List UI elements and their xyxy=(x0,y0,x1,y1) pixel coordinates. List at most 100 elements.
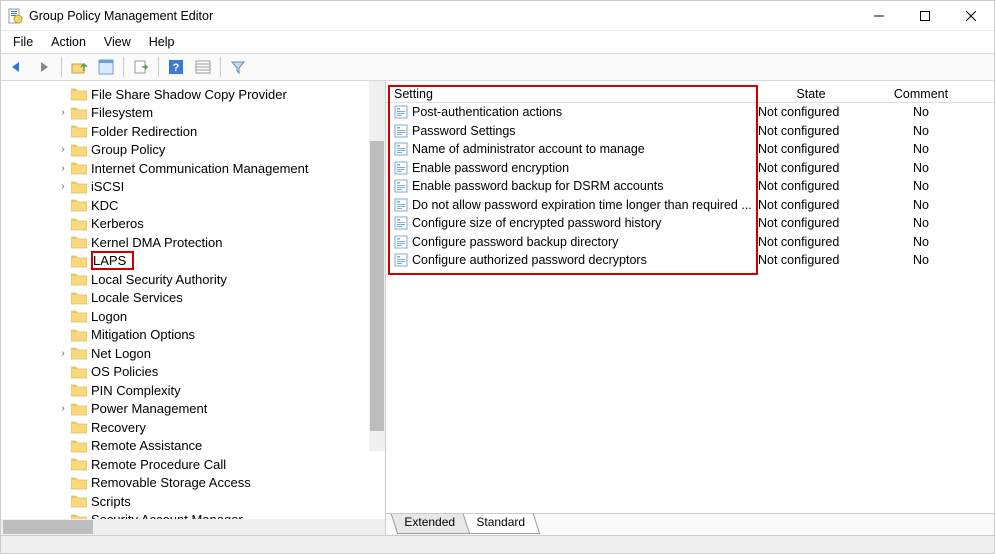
list-row[interactable]: Configure password backup directoryNot c… xyxy=(386,233,994,252)
tree-item[interactable]: Mitigation Options xyxy=(1,326,385,345)
tab-label: Extended xyxy=(404,515,455,529)
properties-icon xyxy=(98,59,114,75)
tree-item[interactable]: ›Internet Communication Management xyxy=(1,159,385,178)
setting-label: Do not allow password expiration time lo… xyxy=(412,198,752,212)
properties-button[interactable] xyxy=(94,56,118,78)
tree-item[interactable]: › Group Policy xyxy=(1,141,385,160)
list-row[interactable]: Post-authentication actionsNot configure… xyxy=(386,103,994,122)
scrollbar-thumb[interactable] xyxy=(370,141,384,431)
tree-item-label: Remote Assistance xyxy=(91,438,202,453)
tree-item[interactable]: › Net Logon xyxy=(1,344,385,363)
expand-caret-icon[interactable]: › xyxy=(57,181,69,193)
tree-item[interactable]: OS Policies xyxy=(1,363,385,382)
filter-button[interactable] xyxy=(226,56,250,78)
tree-item[interactable]: PIN Complexity xyxy=(1,381,385,400)
minimize-button[interactable] xyxy=(856,1,902,31)
tab-standard[interactable]: Standard xyxy=(462,514,539,534)
tree-item[interactable]: Kernel DMA Protection xyxy=(1,233,385,252)
tree-item-label: Local Security Authority xyxy=(91,272,227,287)
cell-state: Not configured xyxy=(756,235,866,249)
column-header-comment[interactable]: Comment xyxy=(866,87,976,101)
list-row[interactable]: Enable password backup for DSRM accounts… xyxy=(386,177,994,196)
folder-icon xyxy=(71,143,87,157)
cell-setting: Configure password backup directory xyxy=(386,235,756,249)
tree-item-label: Kerberos xyxy=(91,216,144,231)
folder-icon xyxy=(71,235,87,249)
tree-item-label: Scripts xyxy=(91,494,131,509)
tree-item[interactable]: Remote Assistance xyxy=(1,437,385,456)
tree-pane[interactable]: File Share Shadow Copy Provider›Filesyst… xyxy=(1,81,386,535)
folder-icon xyxy=(71,124,87,138)
scrollbar-thumb[interactable] xyxy=(3,520,93,534)
tree-item[interactable]: Locale Services xyxy=(1,289,385,308)
list-row[interactable]: Configure authorized password decryptors… xyxy=(386,251,994,270)
setting-icon xyxy=(394,124,408,138)
tree-item[interactable]: Logon xyxy=(1,307,385,326)
cell-comment: No xyxy=(866,235,976,249)
close-button[interactable] xyxy=(948,1,994,31)
tab-extended[interactable]: Extended xyxy=(391,514,470,534)
export-button[interactable] xyxy=(129,56,153,78)
vertical-scrollbar[interactable] xyxy=(369,81,385,451)
tree-item[interactable]: File Share Shadow Copy Provider xyxy=(1,85,385,104)
setting-label: Configure size of encrypted password his… xyxy=(412,216,661,230)
expand-caret-icon[interactable]: › xyxy=(57,347,69,359)
minimize-icon xyxy=(874,11,884,21)
tree-item[interactable]: ›Power Management xyxy=(1,400,385,419)
tree-item[interactable]: Recovery xyxy=(1,418,385,437)
list-row[interactable]: Password SettingsNot configuredNo xyxy=(386,122,994,141)
detail-view-icon xyxy=(195,59,211,75)
list-pane: Setting State Comment Post-authenticatio… xyxy=(386,81,994,535)
expand-caret-icon[interactable]: › xyxy=(57,403,69,415)
up-button[interactable] xyxy=(67,56,91,78)
list-row[interactable]: Configure size of encrypted password his… xyxy=(386,214,994,233)
tree-item[interactable]: Scripts xyxy=(1,492,385,511)
help-icon: ? xyxy=(168,59,184,75)
folder-icon xyxy=(71,383,87,397)
list-row[interactable]: Name of administrator account to manageN… xyxy=(386,140,994,159)
tree-item[interactable]: Remote Procedure Call xyxy=(1,455,385,474)
cell-comment: No xyxy=(866,198,976,212)
maximize-button[interactable] xyxy=(902,1,948,31)
column-header-state[interactable]: State xyxy=(756,87,866,101)
folder-icon xyxy=(71,328,87,342)
folder-icon xyxy=(71,87,87,101)
tree-item-label: Recovery xyxy=(91,420,146,435)
tree-item-label: KDC xyxy=(91,198,118,213)
tree-item[interactable]: LAPS xyxy=(1,252,385,271)
setting-label: Configure authorized password decryptors xyxy=(412,253,647,267)
list-row[interactable]: Do not allow password expiration time lo… xyxy=(386,196,994,215)
tree-item[interactable]: Removable Storage Access xyxy=(1,474,385,493)
expand-caret-icon[interactable]: › xyxy=(57,162,69,174)
detail-view-button[interactable] xyxy=(191,56,215,78)
tree-item[interactable]: KDC xyxy=(1,196,385,215)
tree-item-label: Locale Services xyxy=(91,290,183,305)
tree-item[interactable]: ›iSCSI xyxy=(1,178,385,197)
tree-item-label: Kernel DMA Protection xyxy=(91,235,223,250)
list-row[interactable]: Enable password encryptionNot configured… xyxy=(386,159,994,178)
forward-button[interactable] xyxy=(32,56,56,78)
horizontal-scrollbar[interactable] xyxy=(1,519,385,535)
expand-caret-icon[interactable]: › xyxy=(57,144,69,156)
tree-item[interactable]: Kerberos xyxy=(1,215,385,234)
setting-icon xyxy=(394,142,408,156)
menu-action[interactable]: Action xyxy=(43,33,94,51)
tree-item[interactable]: Folder Redirection xyxy=(1,122,385,141)
back-button[interactable] xyxy=(5,56,29,78)
tree-item[interactable]: Local Security Authority xyxy=(1,270,385,289)
tree-item-label: OS Policies xyxy=(91,364,158,379)
column-header-setting[interactable]: Setting xyxy=(386,87,756,101)
expand-caret-icon[interactable]: › xyxy=(57,107,69,119)
tree-item[interactable]: ›Filesystem xyxy=(1,104,385,123)
tree-item-label: LAPS xyxy=(91,251,134,270)
tree-item-label: Net Logon xyxy=(91,346,151,361)
setting-icon xyxy=(394,161,408,175)
tree-item-label: Group Policy xyxy=(91,142,165,157)
menubar: File Action View Help xyxy=(1,31,994,53)
menu-view[interactable]: View xyxy=(96,33,139,51)
menu-help[interactable]: Help xyxy=(141,33,183,51)
help-button[interactable]: ? xyxy=(164,56,188,78)
menu-file[interactable]: File xyxy=(5,33,41,51)
setting-label: Password Settings xyxy=(412,124,516,138)
setting-label: Enable password backup for DSRM accounts xyxy=(412,179,664,193)
